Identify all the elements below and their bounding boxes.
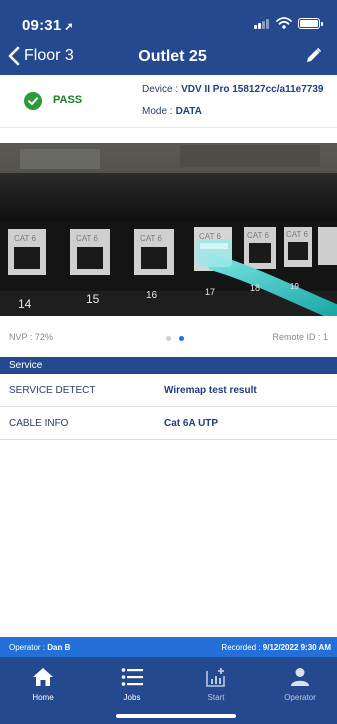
tab-home[interactable]: Home bbox=[13, 667, 73, 702]
photo-meta-row: NVP : 72% Remote ID : 1 bbox=[0, 330, 337, 350]
port-label: CAT 6 bbox=[76, 234, 98, 243]
port-label: CAT 6 bbox=[140, 234, 162, 243]
tab-jobs[interactable]: Jobs bbox=[102, 667, 162, 702]
list-item[interactable]: CABLE INFO Cat 6A UTP bbox=[0, 407, 337, 440]
port-number: 17 bbox=[205, 287, 215, 297]
location-arrow-icon: ➚ bbox=[64, 21, 74, 33]
outlet-photo[interactable]: CAT 6 CAT 6 CAT 6 CAT 6 CAT 6 CAT 6 14 1… bbox=[0, 143, 337, 316]
tab-operator[interactable]: Operator bbox=[270, 667, 330, 702]
pager-dot[interactable] bbox=[166, 336, 171, 341]
service-section-header: Service bbox=[0, 357, 337, 374]
tab-label: Start bbox=[207, 693, 225, 702]
mode-label: Mode : bbox=[142, 106, 173, 117]
cellular-signal-icon bbox=[254, 19, 270, 29]
port-number: 15 bbox=[86, 292, 100, 306]
operator-info: Operator : Dan B bbox=[9, 643, 70, 652]
port-number: 18 bbox=[250, 283, 260, 293]
list-icon bbox=[121, 668, 143, 686]
operator-label: Operator : bbox=[9, 643, 46, 652]
port-number: 19 bbox=[290, 282, 299, 291]
photo-pager bbox=[166, 336, 184, 341]
check-circle-icon bbox=[24, 92, 42, 110]
app-screen: 09:31 ➚ Floor 3 Outlet 25 PASS Device: … bbox=[0, 0, 337, 724]
recorded-info: Recorded : 9/12/2022 9:30 AM bbox=[221, 643, 331, 652]
recorded-value: 9/12/2022 9:30 AM bbox=[262, 643, 331, 652]
home-icon bbox=[33, 668, 53, 686]
pass-status-label: PASS bbox=[53, 94, 83, 106]
port-number: 14 bbox=[18, 297, 32, 311]
person-icon bbox=[291, 668, 309, 686]
port-label: CAT 6 bbox=[286, 230, 308, 239]
wifi-icon bbox=[276, 17, 292, 29]
row-label: SERVICE DETECT bbox=[9, 385, 96, 396]
port-number: 16 bbox=[146, 290, 158, 301]
row-value: Wiremap test result bbox=[164, 385, 257, 396]
device-value: VDV II Pro 158127cc/a11e7739 bbox=[181, 84, 324, 95]
tab-label: Operator bbox=[284, 693, 316, 702]
status-time: 09:31 ➚ bbox=[22, 17, 74, 34]
row-label: CABLE INFO bbox=[9, 418, 69, 429]
test-result-summary: PASS Device : VDV II Pro 158127cc/a11e773… bbox=[0, 75, 337, 128]
tab-start[interactable]: Start bbox=[186, 667, 246, 702]
remote-id: Remote ID : 1 bbox=[272, 332, 328, 342]
page-title: Outlet 25 bbox=[138, 48, 207, 65]
record-info-bar: Operator : Dan B Recorded : 9/12/2022 9:… bbox=[0, 637, 337, 657]
chart-plus-icon bbox=[206, 668, 225, 687]
operator-name: Dan B bbox=[47, 643, 71, 652]
tab-label: Home bbox=[32, 693, 54, 702]
mode-value: DATA bbox=[175, 106, 202, 117]
patch-panel-image: CAT 6 CAT 6 CAT 6 CAT 6 CAT 6 CAT 6 14 1… bbox=[0, 143, 337, 316]
pager-dot-active[interactable] bbox=[179, 336, 184, 341]
nav-bar: Floor 3 Outlet 25 bbox=[0, 40, 337, 75]
recorded-label: Recorded : bbox=[221, 643, 261, 652]
device-info: Device : VDV II Pro 158127cc/a11e7739 bbox=[142, 84, 323, 95]
port-label: CAT 6 bbox=[247, 231, 269, 240]
tab-label: Jobs bbox=[123, 693, 141, 702]
home-indicator bbox=[116, 714, 236, 718]
device-label: Device : bbox=[142, 84, 179, 95]
row-value: Cat 6A UTP bbox=[164, 418, 219, 429]
service-list: SERVICE DETECT Wiremap test result CABLE… bbox=[0, 374, 337, 440]
battery-icon bbox=[298, 18, 323, 29]
mode-info: Mode : DATA bbox=[142, 106, 202, 117]
status-bar: 09:31 ➚ bbox=[0, 0, 337, 40]
port-label: CAT 6 bbox=[14, 234, 36, 243]
pencil-icon[interactable] bbox=[303, 46, 323, 66]
clock-text: 09:31 bbox=[22, 17, 62, 34]
list-item[interactable]: SERVICE DETECT Wiremap test result bbox=[0, 374, 337, 407]
nvp-value: NVP : 72% bbox=[9, 332, 53, 342]
